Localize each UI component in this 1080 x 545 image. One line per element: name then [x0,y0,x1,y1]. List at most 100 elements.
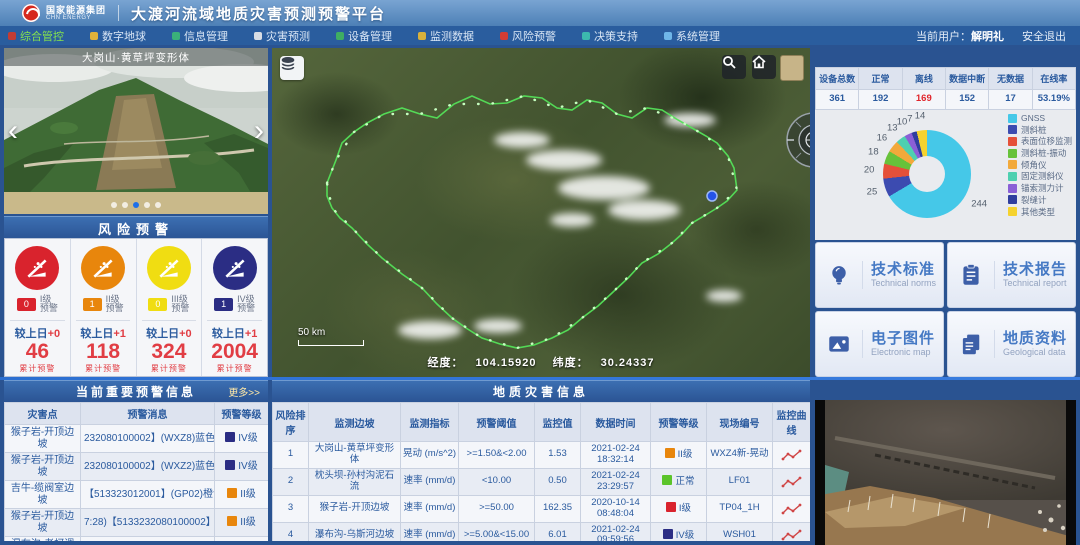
legend-item[interactable]: 测斜桩-振动 [1008,148,1072,158]
basemap-button[interactable] [780,55,804,81]
documents-icon [956,329,986,359]
legend-item[interactable]: 固定测斜仪 [1008,171,1072,181]
monitor-curve-icon[interactable] [773,495,811,522]
longitude-value: 104.15920 [476,357,537,369]
risk-warning-title: 风险预警 [98,219,174,238]
table-row[interactable]: 3猴子岩-开顶边坡速率 (mm/d)>=50.00162.352020-10-1… [273,495,811,522]
legend-color-icon [1008,160,1017,169]
donut-value-label: 20 [864,165,875,176]
risk-count: 2004 [211,341,258,363]
landslide-icon [15,246,59,290]
risk-card-IV级[interactable]: 1IV级预警较上日+12004累计预警 [202,239,267,376]
main-nav: 综合管控数字地球信息管理灾害预测设备管理监测数据风险预警决策支持系统管理 当前用… [0,26,1080,45]
company-logo-icon [22,4,40,22]
risk-count: 46 [26,341,49,363]
landslide-icon [81,246,125,290]
layers-button[interactable] [280,56,304,80]
page-title: 大渡河流域地质灾害预测预警平台 [131,3,386,24]
monitor-curve-icon[interactable] [773,522,811,541]
legend-color-icon [1008,207,1017,216]
hazard-icon [254,32,262,40]
legend-item[interactable]: 表面位移监测 [1008,136,1072,146]
map-search-button[interactable] [722,55,746,79]
alert-icon [500,32,508,40]
satellite-map[interactable]: 50 km 经度：104.15920 纬度：30.24337 [272,48,810,378]
nav-item-决策支持[interactable]: 决策支持 [582,28,638,44]
company-name-en: CHN ENERGY [46,15,106,21]
nav-item-综合管控[interactable]: 综合管控 [8,28,64,44]
carousel-dot[interactable] [144,202,150,208]
carousel-dot[interactable] [122,202,128,208]
donut-chart[interactable] [883,130,971,218]
legend-color-icon [1008,137,1017,146]
table-row[interactable]: 4瀑布沟-乌斯河边坡速率 (mm/d)>=5.00&<15.006.012021… [273,522,811,541]
legend-item[interactable]: 锚索测力计 [1008,183,1072,193]
risk-badge: 0 [148,298,167,311]
level-color-icon [225,432,235,442]
risk-card-I级[interactable]: 0I级预警较上日+046累计预警 [5,239,71,376]
table-row[interactable]: 1大岗山-黄草坪变形体晃动 (m/s^2)>=1.50&<2.001.53202… [273,442,811,469]
table-row[interactable]: 瀑布沟-老柯调危岩体:40)【5118231020200001】(LKM0…II… [5,537,269,542]
alerts-more-link[interactable]: 更多>> [228,384,260,399]
header-divider [118,5,119,21]
map-scalebar: 50 km [298,327,364,346]
nav-item-风险预警[interactable]: 风险预警 [500,28,556,44]
nav-item-监测数据[interactable]: 监测数据 [418,28,474,44]
video-frame [815,400,1076,545]
table-row[interactable]: 猴子岩-开顶边坡232080100002】(WXZ2)蓝色预警：…IV级 [5,453,269,481]
electronic-map-button[interactable]: 电子图件 Electronic map [815,311,944,377]
carousel-dot[interactable] [133,202,139,208]
clipboard-icon [956,260,986,290]
legend-item[interactable]: 测斜桩 [1008,125,1072,135]
bulb-icon [824,260,854,290]
table-row[interactable]: 2枕头坝-孙村沟泥石流速率 (mm/d)<10.000.502021-02-24… [273,468,811,495]
map-marker[interactable] [707,191,717,201]
device-type-chart: GNSS测斜桩表面位移监测测斜桩-振动倾角仪固定测斜仪锚索测力计裂缝计其他类型 … [815,110,1076,240]
nav-item-系统管理[interactable]: 系统管理 [664,28,720,44]
nav-item-灾害预测[interactable]: 灾害预测 [254,28,310,44]
legend-item[interactable]: 倾角仪 [1008,160,1072,170]
table-row[interactable]: 吉牛-缆阀室边坡【513323012001】(GP02)橙色预警…II级 [5,481,269,509]
level-color-icon [225,460,235,470]
risk-card-III级[interactable]: 0III级预警较上日+0324累计预警 [137,239,203,376]
risk-warning-cards: 0I级预警较上日+046累计预警1II级预警较上日+1118累计预警 0 III级预… [4,238,268,377]
alerts-col-message: 预警消息 [81,403,215,425]
video-feed[interactable] [815,400,1076,545]
logout-button[interactable]: 安全退出 [1022,28,1066,44]
carousel-prev-button[interactable]: ‹ [8,116,18,146]
legend-item[interactable]: 其他类型 [1008,207,1072,217]
app-header: 国家能源集团 CHN ENERGY 大渡河流域地质灾害预测预警平台 [0,0,1080,26]
geological-data-button[interactable]: 地质资料 Geological data [947,311,1076,377]
risk-count: 118 [86,341,120,363]
landslide-icon [147,246,191,290]
table-row[interactable]: 猴子岩-开顶边坡232080100002】(WXZ8)蓝色预警：…IV级 [5,425,269,453]
monitor-curve-icon[interactable] [773,468,811,495]
risk-level-label: III级预警 [171,295,189,314]
nav-item-设备管理[interactable]: 设备管理 [336,28,392,44]
data-icon [418,32,426,40]
legend-color-icon [1008,114,1017,123]
landslide-icon [213,246,257,290]
legend-item[interactable]: 裂缝计 [1008,195,1072,205]
monitor-curve-icon[interactable] [773,442,811,469]
device-stat-value: 152 [945,90,988,110]
risk-card-II级[interactable]: 1II级预警较上日+1118累计预警 [71,239,137,376]
nav-item-信息管理[interactable]: 信息管理 [172,28,228,44]
device-stat-value: 17 [989,90,1032,110]
device-stats-table: 设备总数正常离线数据中断无数据在线率 3611921691521753.19% [815,67,1076,110]
technical-report-button[interactable]: 技术报告 Technical report [947,242,1076,308]
site-photo-carousel[interactable]: 大岗山·黄草坪变形体 ‹ › [4,48,268,214]
technical-norms-button[interactable]: 技术标准 Technical norms [815,242,944,308]
carousel-dot[interactable] [155,202,161,208]
legend-item[interactable]: GNSS [1008,113,1072,123]
hazard-info-panel: 地质灾害信息 风险排序监测边坡监测指标预警阈值监控值数据时间预警等级现场编号监控… [272,380,810,541]
device-stat-value: 169 [902,90,945,110]
carousel-dot[interactable] [111,202,117,208]
carousel-next-button[interactable]: › [254,116,264,146]
donut-value-label: 7 [907,113,912,124]
alerts-col-site: 灾害点 [5,403,81,425]
nav-item-数字地球[interactable]: 数字地球 [90,28,146,44]
alerts-table: 灾害点 预警消息 预警等级 猴子岩-开顶边坡232080100002】(WXZ8… [4,402,268,541]
map-home-button[interactable] [752,55,776,79]
table-row[interactable]: 猴子岩-开顶边坡7:28)【5133232080100002】(LF02…II级 [5,509,269,537]
